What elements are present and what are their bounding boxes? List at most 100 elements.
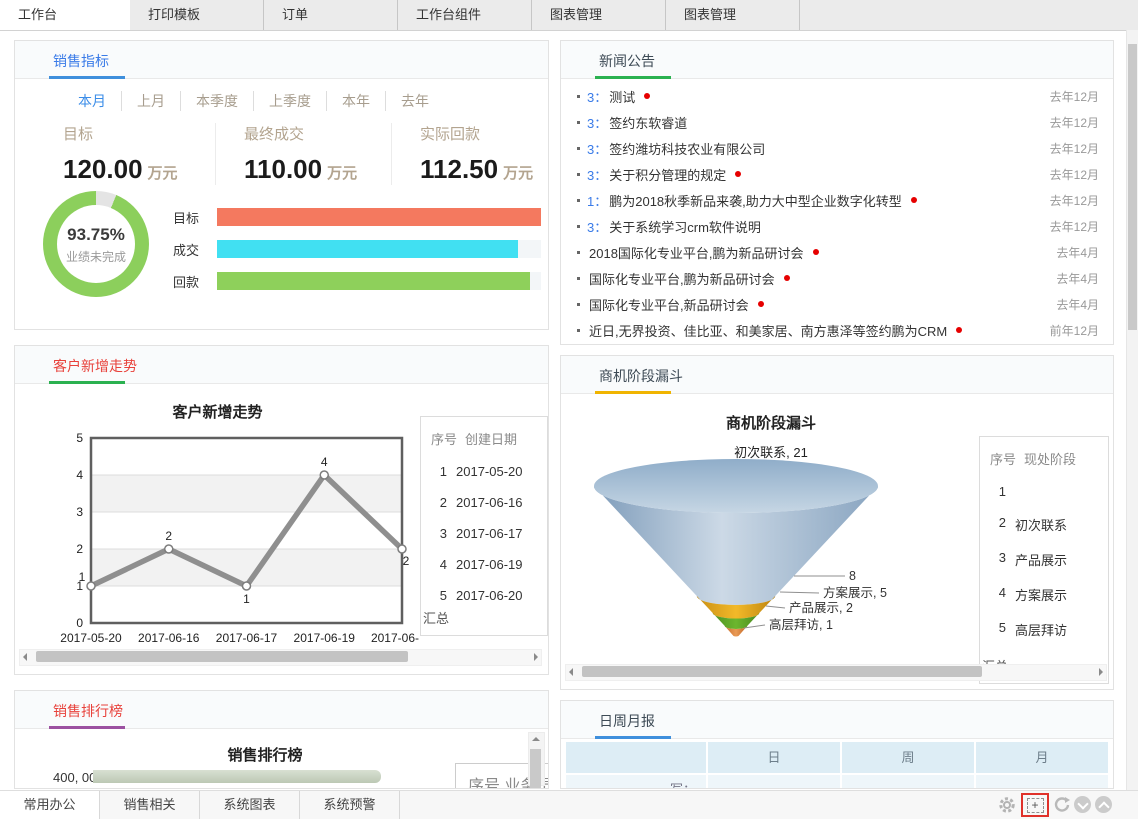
panel-header: 客户新增走势 xyxy=(15,346,548,384)
panel-title-underline xyxy=(595,76,671,79)
dock-tab[interactable]: 系统预警 xyxy=(300,791,400,819)
period-tab[interactable]: 上月 xyxy=(121,91,180,111)
panel-title[interactable]: 新闻公告 xyxy=(599,51,655,71)
news-item[interactable]: 3： 签约潍坊科技农业有限公司 去年12月 xyxy=(577,135,1099,161)
collapse-up-icon[interactable] xyxy=(1095,796,1112,813)
news-title: 国际化专业平台,鹏为新品研讨会 xyxy=(589,269,775,288)
scroll-right-icon[interactable] xyxy=(534,653,538,661)
svg-text:4: 4 xyxy=(76,468,83,482)
scroll-left-icon[interactable] xyxy=(569,668,573,676)
news-item[interactable]: 国际化专业平台,鹏为新品研讨会 去年4月 xyxy=(577,265,1099,291)
bullet-icon xyxy=(577,199,580,202)
period-tab[interactable]: 本年 xyxy=(326,91,385,111)
dock-tab[interactable]: 系统图表 xyxy=(200,791,300,819)
app-tab[interactable]: 工作台 xyxy=(0,0,130,30)
svg-text:2: 2 xyxy=(76,542,83,556)
news-date: 去年12月 xyxy=(1042,166,1099,183)
panel-title[interactable]: 销售指标 xyxy=(53,51,109,71)
kpi-bar-fill xyxy=(217,208,541,226)
bullet-icon xyxy=(577,173,580,176)
app-tab-label: 打印模板 xyxy=(148,7,200,22)
app-tab[interactable]: 工作台组件 xyxy=(398,0,532,30)
kpi-metric-value: 110.00万元 xyxy=(244,154,391,185)
table-row[interactable]: 3 产品展示 xyxy=(990,550,1108,569)
add-widget-icon[interactable]: + xyxy=(1027,798,1044,813)
vertical-scrollbar[interactable] xyxy=(528,732,545,786)
table-row[interactable]: 4 方案展示 xyxy=(990,585,1108,604)
crm-dashboard: 工作台打印模板订单工作台组件图表管理图表管理 销售指标 本月上月本季度上季度本年… xyxy=(0,0,1138,819)
horizontal-scrollbar[interactable] xyxy=(19,649,542,666)
table-row[interactable]: 2 2017-06-16 xyxy=(431,495,547,510)
collapse-down-icon[interactable] xyxy=(1074,796,1091,813)
panel-title[interactable]: 日周月报 xyxy=(599,711,655,731)
panel-title[interactable]: 客户新增走势 xyxy=(53,356,137,376)
row-index: 4 xyxy=(990,585,1006,604)
scrollbar-thumb[interactable] xyxy=(530,749,541,789)
scroll-right-icon[interactable] xyxy=(1099,668,1103,676)
write-day-report-button[interactable] xyxy=(708,775,840,789)
period-tab[interactable]: 本季度 xyxy=(180,91,253,111)
app-tab[interactable]: 图表管理 xyxy=(666,0,800,30)
table-row[interactable]: 1 2017-05-20 xyxy=(431,464,547,479)
horizontal-scrollbar[interactable] xyxy=(565,664,1107,681)
bullet-icon xyxy=(577,147,580,150)
dock-tab[interactable]: 销售相关 xyxy=(100,791,200,819)
page-scrollbar[interactable] xyxy=(1126,30,1138,790)
news-item[interactable]: 国际化专业平台,新品研讨会 去年4月 xyxy=(577,291,1099,317)
table-row[interactable]: 3 2017-06-17 xyxy=(431,526,547,541)
dock-tab[interactable]: 常用办公 xyxy=(0,791,100,819)
scroll-up-icon[interactable] xyxy=(532,737,540,741)
kpi-bar-row: 回款 xyxy=(173,272,541,290)
table-row[interactable]: 1 xyxy=(990,484,1108,499)
scrollbar-thumb[interactable] xyxy=(1128,44,1137,330)
scrollbar-thumb[interactable] xyxy=(36,651,408,662)
row-value: 2017-06-16 xyxy=(456,495,523,510)
trend-line-chart: 0123452017-05-202017-06-162017-06-172017… xyxy=(17,418,422,650)
news-item[interactable]: 3： 关于积分管理的规定 去年12月 xyxy=(577,161,1099,187)
report-header-row: 日 周 月 xyxy=(566,742,1108,773)
write-week-report-button[interactable] xyxy=(842,775,974,789)
svg-text:4: 4 xyxy=(321,455,328,469)
write-month-report-button[interactable] xyxy=(976,775,1108,789)
table-row[interactable]: 5 2017-06-20 xyxy=(431,588,547,603)
table-row[interactable]: 4 2017-06-19 xyxy=(431,557,547,572)
kpi-metric-value: 120.00万元 xyxy=(63,154,215,185)
period-tab[interactable]: 去年 xyxy=(385,91,444,111)
unread-dot-icon xyxy=(813,249,819,255)
table-row[interactable]: 2 初次联系 xyxy=(990,515,1108,534)
kpi-metrics: 目标 120.00万元 最终成交 110.00万元 实际回款 112.50万元 xyxy=(63,123,540,185)
report-write-row: 写： xyxy=(566,775,1108,789)
kpi-bar-label: 回款 xyxy=(173,272,217,291)
app-tab[interactable]: 打印模板 xyxy=(130,0,264,30)
scroll-left-icon[interactable] xyxy=(23,653,27,661)
gear-icon[interactable] xyxy=(998,796,1016,814)
panel-news: 新闻公告 3： 测试 去年12月 3： 签约东软睿道 去年12月 3： 签约潍坊… xyxy=(560,40,1114,345)
bullet-icon xyxy=(577,95,580,98)
news-item[interactable]: 2018国际化专业平台,鹏为新品研讨会 去年4月 xyxy=(577,239,1099,265)
panel-title[interactable]: 销售排行榜 xyxy=(53,701,123,721)
report-corner-cell xyxy=(566,742,706,773)
kpi-metric-value: 112.50万元 xyxy=(420,154,540,185)
panel-title[interactable]: 商机阶段漏斗 xyxy=(599,366,683,386)
news-date: 去年12月 xyxy=(1042,88,1099,105)
app-tab[interactable]: 订单 xyxy=(264,0,398,30)
bullet-icon xyxy=(577,277,580,280)
news-item[interactable]: 1： 鹏为2018秋季新品来袭,助力大中型企业数字化转型 去年12月 xyxy=(577,187,1099,213)
table-header: 序号创建日期 xyxy=(431,432,517,447)
news-title: 2018国际化专业平台,鹏为新品研讨会 xyxy=(589,243,804,262)
bullet-icon xyxy=(577,251,580,254)
funnel-label: 产品展示, 2 xyxy=(789,601,853,615)
top-tab-bar: 工作台打印模板订单工作台组件图表管理图表管理 xyxy=(0,0,1138,31)
news-item[interactable]: 3： 签约东软睿道 去年12月 xyxy=(577,109,1099,135)
app-tab[interactable]: 图表管理 xyxy=(532,0,666,30)
table-row[interactable]: 5 高层拜访 xyxy=(990,620,1108,639)
scrollbar-thumb[interactable] xyxy=(582,666,982,677)
kpi-metric-label: 最终成交 xyxy=(244,123,391,144)
ranking-bar xyxy=(93,770,381,783)
news-item[interactable]: 3： 测试 去年12月 xyxy=(577,83,1099,109)
refresh-icon[interactable] xyxy=(1053,796,1071,814)
news-item[interactable]: 近日,无界投资、佳比亚、和美家居、南方惠泽等签约鹏为CRM 前年12月 xyxy=(577,317,1099,343)
period-tab[interactable]: 上季度 xyxy=(253,91,326,111)
news-item[interactable]: 3： 关于系统学习crm软件说明 去年12月 xyxy=(577,213,1099,239)
period-tab[interactable]: 本月 xyxy=(63,91,121,111)
